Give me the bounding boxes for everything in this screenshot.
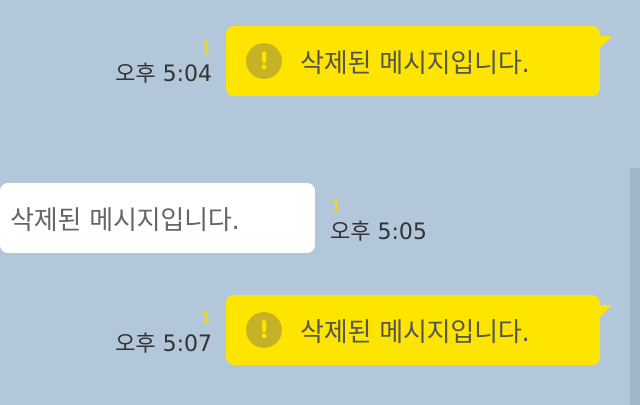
message-meta: 1 오후 5:07 bbox=[115, 310, 212, 356]
message-text: 삭제된 메시지입니다. bbox=[300, 48, 530, 79]
message-time: 오후 5:04 bbox=[115, 62, 212, 87]
unread-count: 1 bbox=[200, 38, 212, 59]
message-time: 오후 5:05 bbox=[330, 220, 427, 245]
their-message-bubble[interactable]: 삭제된 메시지입니다. bbox=[0, 183, 315, 253]
my-message-bubble[interactable]: ! 삭제된 메시지입니다. bbox=[226, 295, 612, 365]
chat-area: 1 오후 5:04 ! 삭제된 메시지입니다. 삭제된 메시지입니다. 1 오후… bbox=[0, 0, 640, 405]
scrollbar[interactable] bbox=[630, 168, 640, 405]
message-meta: 1 오후 5:04 bbox=[115, 40, 212, 86]
message-text: 삭제된 메시지입니다. bbox=[10, 205, 240, 236]
exclamation-icon: ! bbox=[246, 43, 282, 79]
my-message-bubble[interactable]: ! 삭제된 메시지입니다. bbox=[226, 26, 612, 96]
unread-count: 1 bbox=[330, 196, 342, 217]
exclamation-icon: ! bbox=[246, 312, 282, 348]
message-meta: 1 오후 5:05 bbox=[330, 198, 427, 244]
message-time: 오후 5:07 bbox=[115, 332, 212, 357]
unread-count: 1 bbox=[200, 308, 212, 329]
message-text: 삭제된 메시지입니다. bbox=[300, 317, 530, 348]
